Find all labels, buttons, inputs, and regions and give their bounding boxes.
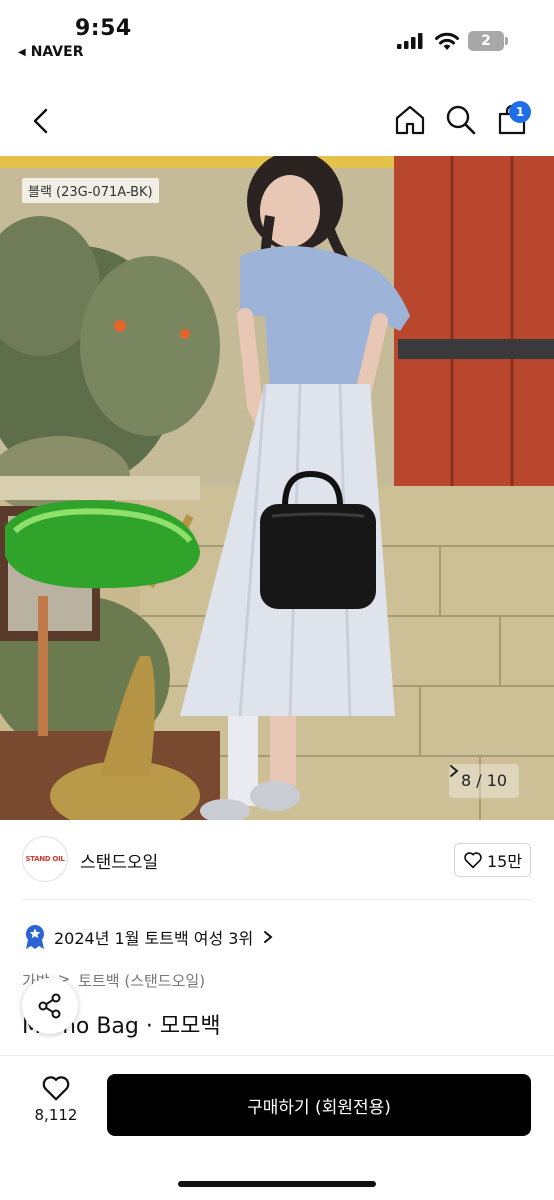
home-icon[interactable] [394, 104, 426, 136]
chevron-right-icon [264, 931, 273, 943]
seller-name[interactable]: 스탠드오일 [80, 848, 158, 873]
seller-logo[interactable]: STAND OIL [22, 836, 68, 882]
back-to-app-link[interactable]: ◀ NAVER [18, 44, 83, 60]
seller-row[interactable]: STAND OIL 스탠드오일 15만 [0, 820, 554, 900]
buy-button[interactable]: 구매하기 (회원전용) [107, 1074, 531, 1136]
ranking-badge-row[interactable]: 2024년 1월 토트백 여성 3위 [24, 924, 273, 950]
like-count: 8,112 [34, 1106, 78, 1124]
battery-level: 2 [481, 33, 491, 49]
battery-icon: 2 [468, 31, 508, 51]
like-button[interactable]: 8,112 [28, 1074, 84, 1124]
heart-icon [42, 1076, 70, 1101]
gallery-page-indicator: 8 / 10 [449, 764, 520, 798]
home-indicator [178, 1181, 376, 1187]
seller-logo-text: STAND OIL [25, 855, 65, 863]
store-favorite-button[interactable]: 15만 [454, 843, 531, 877]
nav-header [0, 84, 554, 156]
store-favorite-count: 15만 [486, 852, 523, 871]
search-icon[interactable] [445, 104, 477, 136]
breadcrumb-item[interactable]: 토트백 (스탠드오일) [78, 970, 205, 991]
wifi-icon [435, 32, 459, 50]
chevron-left-icon[interactable] [28, 106, 54, 136]
share-button[interactable] [22, 978, 78, 1034]
option-label: 블랙 (23G-071A-BK) [22, 178, 159, 203]
divider [22, 899, 532, 900]
back-triangle-icon: ◀ [18, 46, 26, 58]
page-indicator-text: 8 / 10 [461, 771, 508, 790]
bottom-action-bar: 8,112 구매하기 (회원전용) [0, 1055, 554, 1200]
cart-count-badge: 1 [509, 101, 531, 123]
product-image-gallery[interactable]: 블랙 (23G-071A-BK) 8 / 10 [0, 156, 554, 820]
share-icon [38, 993, 61, 1019]
product-photo [0, 156, 554, 820]
ranking-text: 2024년 1월 토트백 여성 3위 [54, 929, 254, 948]
status-bar: 9:54 ◀ NAVER 2 [0, 0, 554, 80]
chevron-right-icon [450, 765, 459, 777]
cellular-signal-icon [397, 33, 423, 49]
heart-icon [464, 852, 482, 869]
back-app-label: NAVER [30, 44, 84, 60]
ranking-badge-icon [26, 925, 44, 949]
clock: 9:54 [75, 16, 132, 41]
